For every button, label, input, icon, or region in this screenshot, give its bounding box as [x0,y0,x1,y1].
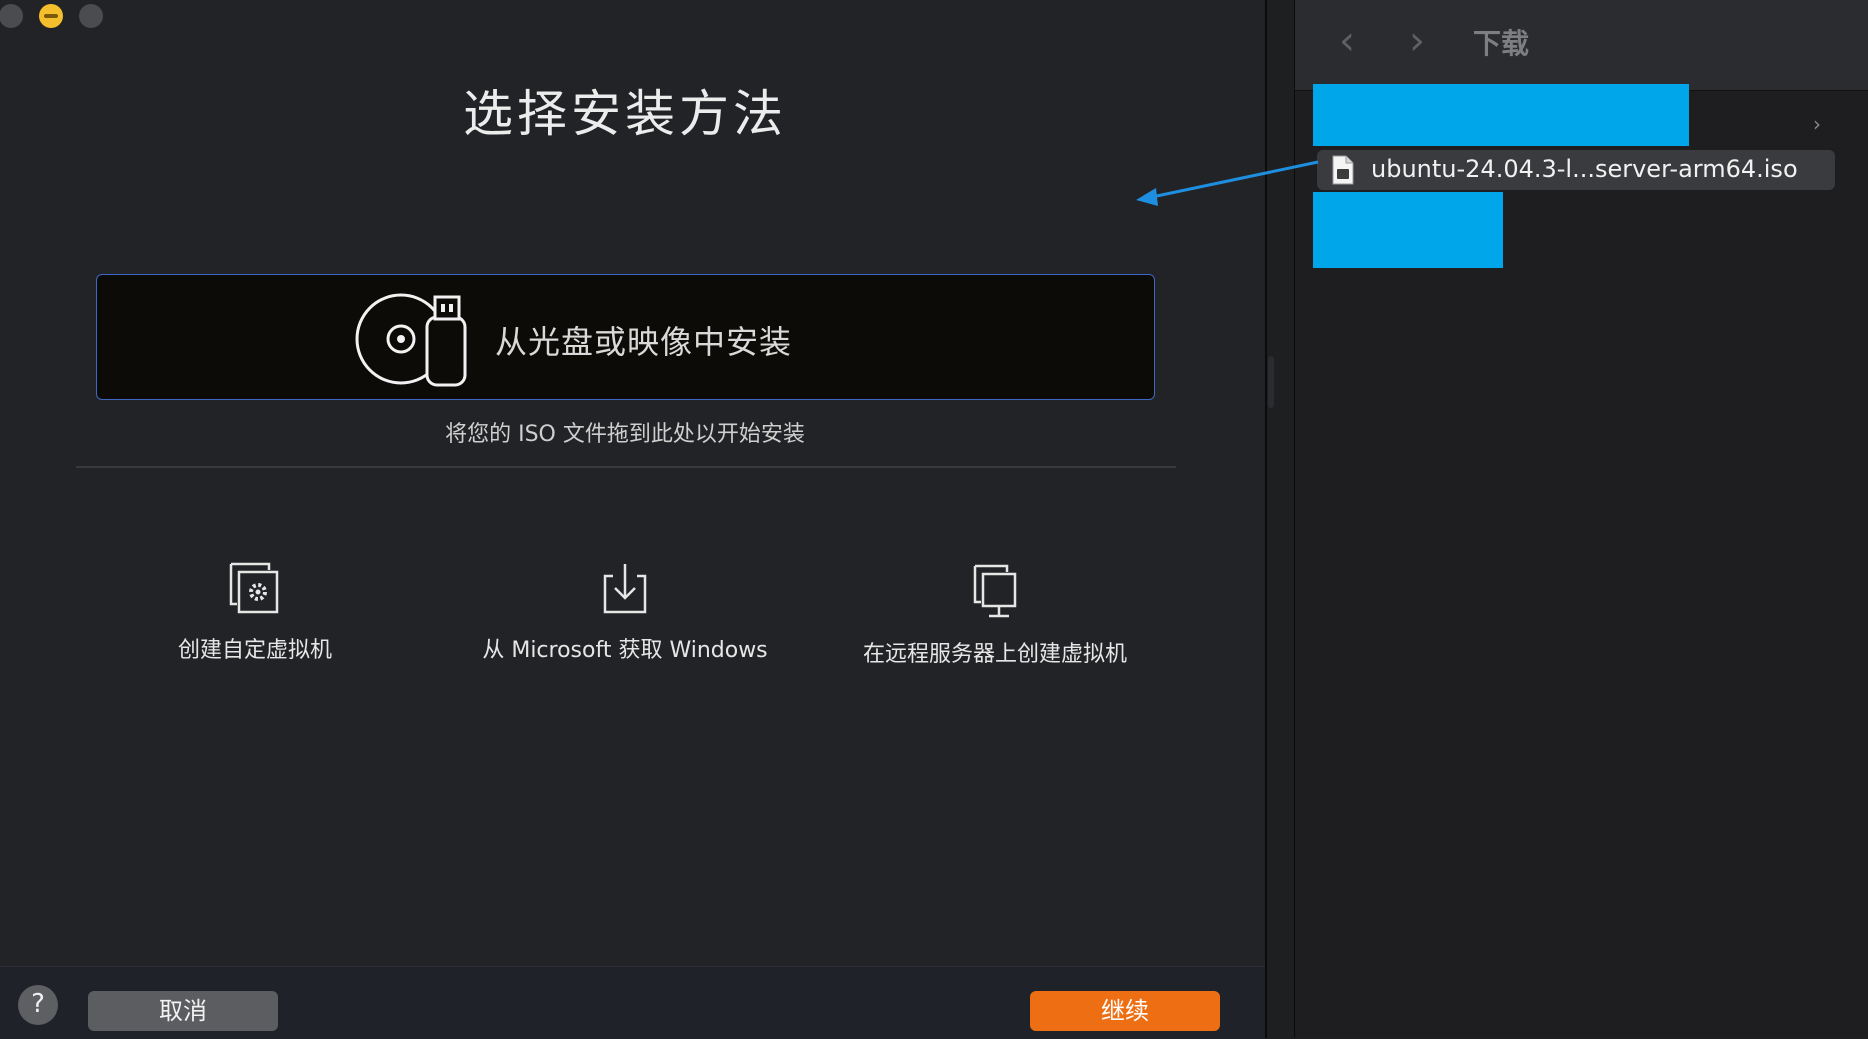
document-icon [1332,155,1354,185]
finder-window: ‹ › 下载 › ubuntu-24.04.3-l...server-arm64… [1294,0,1868,1038]
download-icon [603,564,647,614]
remote-server-label: 在远程服务器上创建虚拟机 [862,642,1127,667]
page-title: 选择安装方法 [463,85,787,143]
disc-usb-icon [355,293,467,387]
iso-file-name: ubuntu-24.04.3-l...server-arm64.iso [1371,155,1798,183]
help-button[interactable]: ? [18,985,58,1025]
create-vm-on-remote-server-option[interactable]: 在远程服务器上创建虚拟机 [860,560,1130,668]
get-windows-label: 从 Microsoft 获取 Windows [482,638,768,663]
forward-chevron-icon[interactable]: › [1409,18,1425,64]
remote-server-icon [973,564,1017,618]
install-from-disc-or-image-dropzone[interactable]: 从光盘或映像中安装 [96,274,1155,400]
section-divider [76,466,1176,468]
custom-vm-icon [229,562,279,614]
redacted-file-row [1313,84,1689,146]
zoom-window-button[interactable] [79,4,103,28]
create-custom-vm-option[interactable]: 创建自定虚拟机 [150,560,360,664]
disclosure-chevron-icon[interactable]: › [1813,112,1821,136]
get-windows-from-microsoft-option[interactable]: 从 Microsoft 获取 Windows [480,560,770,664]
iso-file-item[interactable]: ubuntu-24.04.3-l...server-arm64.iso [1317,150,1835,190]
dropzone-label: 从光盘或映像中安装 [495,323,793,361]
continue-button[interactable]: 继续 [1030,991,1220,1031]
cancel-button[interactable]: 取消 [88,991,278,1031]
redacted-file-row [1313,192,1503,268]
vm-install-dialog: 选择安装方法 从光盘或映像中安装 将您的 ISO 文件拖到此处以开始安装 创建自… [0,0,1267,1039]
finder-toolbar: ‹ › 下载 [1295,0,1868,91]
create-custom-vm-label: 创建自定虚拟机 [177,638,332,663]
dialog-footer: ? 取消 继续 [0,966,1265,1039]
back-chevron-icon[interactable]: ‹ [1339,18,1355,64]
finder-folder-title: 下载 [1473,27,1530,60]
minimize-window-button[interactable] [39,4,63,28]
close-window-button[interactable] [0,4,23,28]
window-resize-grip[interactable] [1268,356,1274,408]
drop-hint-text: 将您的 ISO 文件拖到此处以开始安装 [445,422,805,447]
window-controls [0,4,103,28]
